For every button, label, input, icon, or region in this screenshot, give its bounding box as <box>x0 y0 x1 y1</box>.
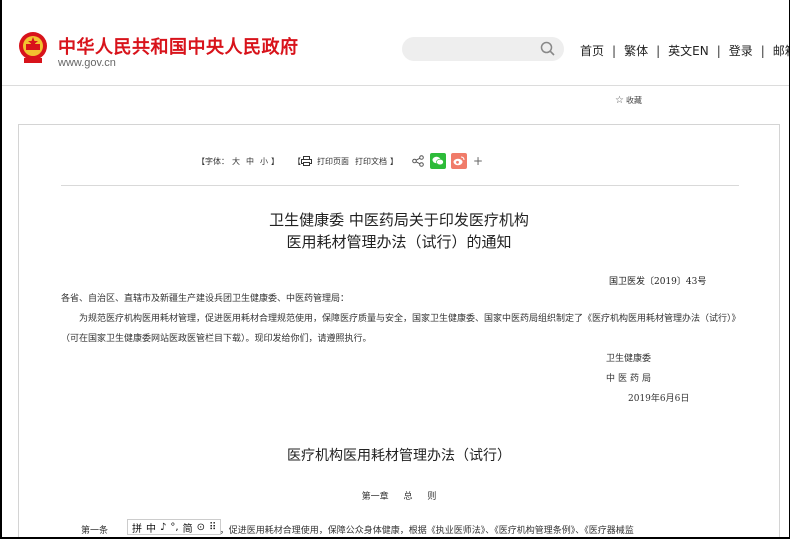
chapter-number: 第一章 <box>361 492 389 502</box>
toolbar-divider <box>61 185 739 186</box>
font-label: 【字体： <box>197 156 229 166</box>
share-icon[interactable] <box>412 155 424 167</box>
favorite-button[interactable]: ☆ 收藏 <box>615 95 642 106</box>
chapter-name-2: 则 <box>427 492 437 502</box>
print-open: 【 <box>293 156 301 166</box>
ime-pinyin-icon[interactable]: 拼 <box>132 520 142 535</box>
nav-login[interactable]: 登录 <box>729 44 753 58</box>
salutation: 各省、自治区、直辖市及新疆生产建设兵团卫生健康委、中医药管理局： <box>61 294 350 304</box>
chapter-heading: 第一章 总 则 <box>19 489 779 502</box>
ime-grid-icon[interactable]: ⠿ <box>209 522 216 533</box>
print-doc-link[interactable]: 打印文档 <box>355 156 387 167</box>
nav-separator: | <box>612 44 617 58</box>
document-title: 卫生健康委 中医药局关于印发医疗机构 医用耗材管理办法（试行）的通知 <box>19 209 779 253</box>
document-title-line2: 医用耗材管理办法（试行）的通知 <box>286 233 512 251</box>
ime-simplified-mode[interactable]: 简 <box>183 520 193 535</box>
top-nav: 首页 | 繁体 | 英文EN | 登录 | 邮箱 <box>580 42 789 59</box>
ime-moon-icon[interactable]: ♪ <box>160 522 166 533</box>
nav-separator: | <box>716 44 721 58</box>
document-title-line1: 卫生健康委 中医药局关于印发医疗机构 <box>269 211 529 229</box>
nav-separator: | <box>760 44 765 58</box>
font-size-group: 【字体： 大 中 小 】 <box>197 156 279 167</box>
main-paragraph: 为规范医疗机构医用耗材管理，促进医用耗材合理规范使用，保障医疗质量与安全，国家卫… <box>61 314 741 344</box>
article-text: 耗材管理，促进医用耗材合理使用，保障公众身体健康，根据《执业医师法》、《医疗机构… <box>183 526 634 536</box>
site-url: www.gov.cn <box>58 57 116 69</box>
weibo-share-icon[interactable] <box>451 153 467 169</box>
document-date: 2019年6月6日 <box>628 394 690 404</box>
national-emblem-icon[interactable] <box>18 30 48 64</box>
star-icon: ☆ <box>615 95 624 106</box>
font-large-link[interactable]: 大 <box>232 156 240 167</box>
regulation-title: 医疗机构医用耗材管理办法（试行） <box>287 448 511 464</box>
printer-icon <box>301 156 312 166</box>
more-share-icon[interactable]: + <box>473 154 483 168</box>
nav-english[interactable]: 英文EN <box>668 44 709 58</box>
article-label: 第一条 <box>81 526 109 536</box>
nav-traditional[interactable]: 繁体 <box>624 44 648 58</box>
wechat-share-icon[interactable] <box>430 153 446 169</box>
print-group: 【 打印页面 打印文档 】 <box>293 156 398 167</box>
font-close: 】 <box>271 156 279 166</box>
ime-punctuation-icon[interactable]: °, <box>170 522 178 533</box>
article-toolbar: 【字体： 大 中 小 】 【 打印页面 打印文档 】 + <box>197 153 483 169</box>
print-page-link[interactable]: 打印页面 <box>317 156 349 167</box>
document-number: 国卫医发〔2019〕43号 <box>609 277 707 287</box>
article-container: 【字体： 大 中 小 】 【 打印页面 打印文档 】 + 卫生健康委 中医药局关… <box>18 124 780 537</box>
search-icon[interactable] <box>540 41 556 57</box>
ime-settings-icon[interactable]: ⊙ <box>197 522 205 533</box>
site-title[interactable]: 中华人民共和国中央人民政府 <box>58 33 299 59</box>
browser-page: 中华人民共和国中央人民政府 www.gov.cn 首页 | 繁体 | 英文EN | 登录 | 邮… <box>2 0 789 537</box>
font-small-link[interactable]: 小 <box>260 156 268 167</box>
signer-tcm-bureau: 中医药局 <box>606 374 655 384</box>
chapter-name: 总 <box>403 492 413 502</box>
nav-mail[interactable]: 邮箱 <box>773 44 789 58</box>
font-medium-link[interactable]: 中 <box>246 156 254 167</box>
favorite-label: 收藏 <box>625 96 642 105</box>
ime-chinese-mode[interactable]: 中 <box>146 520 156 535</box>
signer-health-commission: 卫生健康委 <box>606 354 652 364</box>
nav-home[interactable]: 首页 <box>580 44 604 58</box>
ime-toolbar[interactable]: 拼 中 ♪ °, 简 ⊙ ⠿ <box>127 519 222 535</box>
nav-separator: | <box>656 44 661 58</box>
site-header: 中华人民共和国中央人民政府 www.gov.cn 首页 | 繁体 | 英文EN | 登录 | 邮… <box>2 0 789 86</box>
print-close: 】 <box>390 156 398 166</box>
